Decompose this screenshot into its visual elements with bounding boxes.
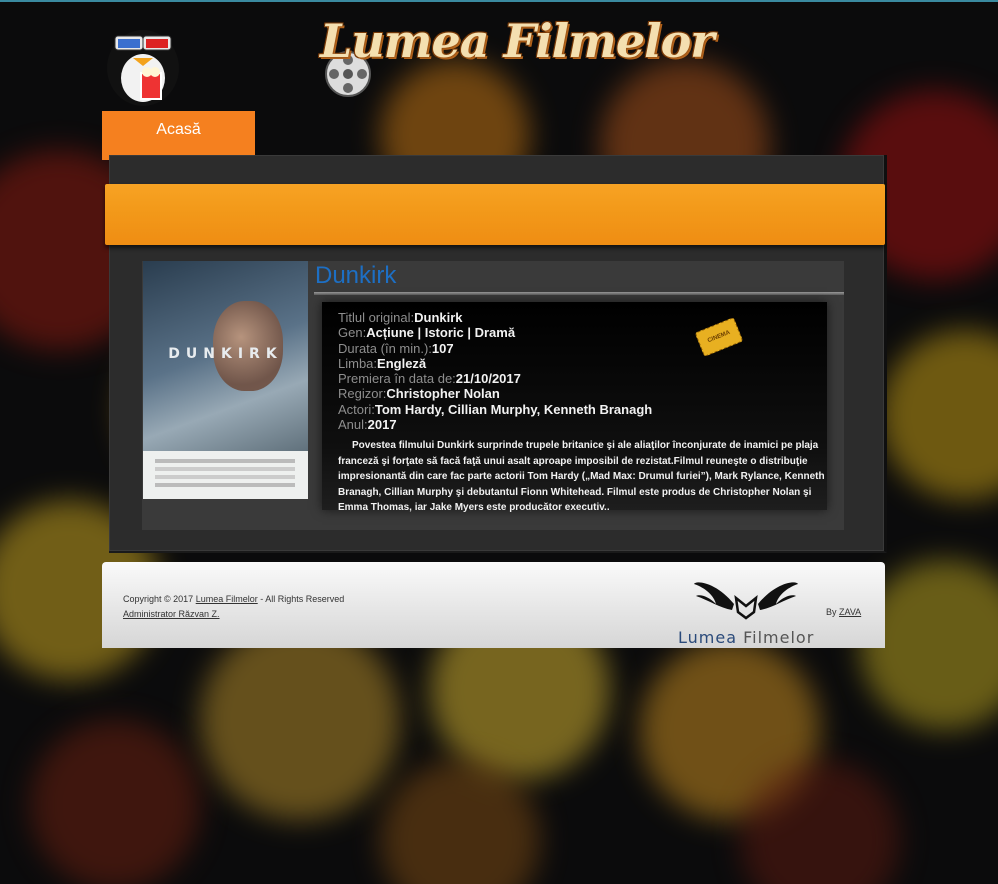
detail-value: Engleză	[377, 355, 427, 371]
detail-value: Christopher Nolan	[386, 386, 500, 402]
detail-label: Gen:	[338, 325, 367, 341]
copyright-suffix: - All Rights Reserved	[257, 594, 345, 604]
site-logo[interactable]: Lumea Filmelor	[312, 8, 714, 100]
detail-value: 2017	[367, 417, 397, 433]
credit-prefix: By	[826, 607, 840, 617]
copyright-site-link[interactable]: Lumea Filmelor	[196, 594, 258, 604]
detail-label: Actori:	[338, 401, 375, 417]
footer-logo-text: Lumea Filmelor	[678, 628, 814, 647]
credit-author-link[interactable]: ZAVA	[839, 607, 861, 617]
detail-actors: Actori:Tom Hardy, Cillian Murphy, Kennet…	[338, 402, 652, 417]
wings-emblem-icon	[694, 582, 798, 620]
movie-poster[interactable]: DUNKIRK	[143, 261, 308, 499]
detail-value: Acțiune | Istoric | Dramă	[366, 325, 516, 341]
detail-premiere: Premiera în data de:21/10/2017	[338, 371, 652, 386]
footer-copyright: Copyright © 2017 Lumea Filmelor - All Ri…	[123, 592, 344, 622]
detail-label: Regizor:	[338, 386, 387, 402]
copyright-prefix: Copyright © 2017	[123, 594, 196, 604]
penguin-mascot-icon	[103, 18, 183, 106]
detail-value: 21/10/2017	[455, 371, 521, 387]
footer-logo[interactable]: Lumea Filmelor	[676, 578, 816, 650]
movie-synopsis: Povestea filmului Dunkirk surprinde trup…	[338, 440, 825, 513]
detail-label: Anul:	[338, 417, 368, 433]
detail-language: Limba:Engleză	[338, 356, 652, 371]
nav-home-link[interactable]: Acasă	[102, 111, 255, 160]
detail-value: 107	[431, 340, 454, 356]
detail-label: Durata (în min.):	[338, 340, 432, 356]
section-header-bar	[105, 184, 885, 245]
detail-label: Titlul original:	[338, 310, 415, 325]
detail-genre: Gen:Acțiune | Istoric | Dramă	[338, 325, 652, 340]
logo-text: Lumea Filmelor	[320, 14, 714, 68]
poster-credits-lines	[155, 459, 295, 463]
admin-link[interactable]: Administrator Răzvan Z.	[123, 609, 220, 619]
detail-label: Premiera în data de:	[338, 371, 456, 387]
detail-year: Anul:2017	[338, 417, 652, 432]
movie-title[interactable]: Dunkirk	[315, 262, 396, 290]
movie-details: Titlul original:Dunkirk Gen:Acțiune | Is…	[338, 310, 652, 432]
detail-director: Regizor:Christopher Nolan	[338, 386, 652, 401]
top-accent-line	[0, 0, 998, 2]
footer-logo-word-1: Lumea	[678, 628, 744, 647]
footer-logo-word-2: Filmelor	[743, 628, 815, 647]
footer-credit: By ZAVA	[826, 607, 861, 617]
detail-original-title: Titlul original:Dunkirk	[338, 310, 652, 325]
poster-title: DUNKIRK	[168, 346, 283, 362]
title-divider	[314, 292, 844, 295]
detail-label: Limba:	[338, 355, 378, 371]
detail-value: Dunkirk	[414, 310, 463, 325]
detail-duration: Durata (în min.):107	[338, 341, 652, 356]
copyright-line: Copyright © 2017 Lumea Filmelor - All Ri…	[123, 592, 344, 607]
detail-value: Tom Hardy, Cillian Murphy, Kenneth Brana…	[374, 401, 653, 417]
